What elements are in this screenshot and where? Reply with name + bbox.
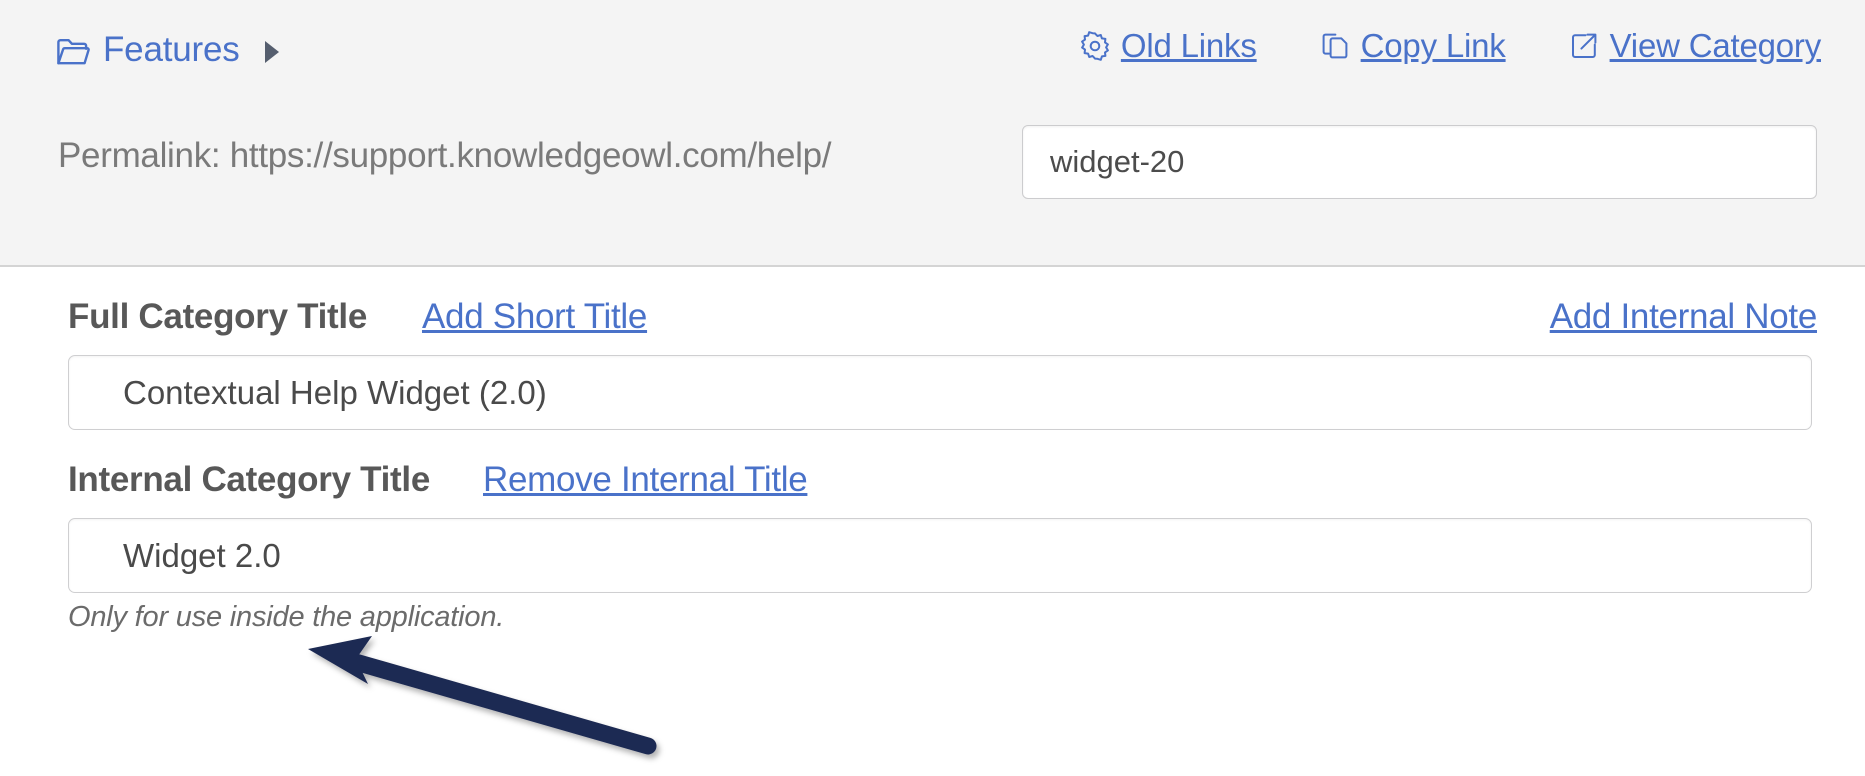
internal-title-label-row: Internal Category Title Remove Internal … (68, 460, 1817, 500)
category-header-bar: Features Old Links Copy Link View Catego… (0, 0, 1865, 267)
permalink-slug-input[interactable] (1022, 125, 1817, 199)
caret-right-icon[interactable] (264, 41, 279, 63)
category-form: Full Category Title Add Short Title Add … (0, 267, 1865, 776)
open-folder-icon (56, 34, 90, 67)
internal-category-title-input[interactable] (68, 518, 1812, 593)
add-short-title-link[interactable]: Add Short Title (422, 297, 647, 337)
permalink-label: Permalink: https://support.knowledgeowl.… (58, 136, 832, 175)
view-category-label: View Category (1609, 27, 1822, 64)
full-title-label-row: Full Category Title Add Short Title Add … (68, 297, 1817, 337)
permalink-row: Permalink: https://support.knowledgeowl.… (0, 108, 1865, 218)
breadcrumb[interactable]: Features (56, 30, 279, 70)
copy-link-label: Copy Link (1360, 27, 1506, 64)
internal-title-helper-text: Only for use inside the application. (68, 601, 505, 633)
internal-category-title-label: Internal Category Title (68, 460, 430, 499)
copy-link-button[interactable]: Copy Link (1320, 27, 1506, 65)
breadcrumb-item-features[interactable]: Features (103, 30, 240, 70)
add-internal-note-link[interactable]: Add Internal Note (1550, 297, 1818, 337)
remove-internal-title-link[interactable]: Remove Internal Title (483, 460, 808, 500)
copy-icon (1320, 31, 1350, 61)
external-link-icon (1569, 31, 1599, 61)
full-category-title-input[interactable] (68, 355, 1812, 430)
gear-icon (1080, 31, 1110, 61)
breadcrumb-row: Features Old Links Copy Link View Catego… (0, 0, 1865, 105)
header-actions: Old Links Copy Link View Category (1080, 27, 1821, 65)
old-links-label: Old Links (1120, 27, 1257, 64)
view-category-button[interactable]: View Category (1569, 27, 1821, 65)
full-category-title-label: Full Category Title (68, 297, 367, 336)
old-links-button[interactable]: Old Links (1080, 27, 1257, 65)
